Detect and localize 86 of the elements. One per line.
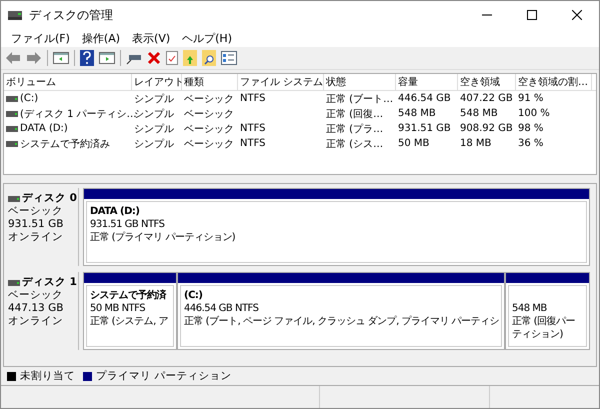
- partition-status: 正常 (プライマリ パーティション): [90, 231, 236, 244]
- drive-icon: [8, 196, 20, 202]
- table-cell: NTFS: [240, 123, 266, 134]
- console-tree-icon[interactable]: [53, 51, 69, 65]
- properties-icon[interactable]: [221, 51, 237, 65]
- forward-arrow-icon[interactable]: [26, 51, 42, 65]
- partition-name: システムで予約済: [90, 289, 168, 302]
- column-header[interactable]: 状態: [324, 74, 396, 90]
- table-cell-text: ベーシック: [184, 138, 234, 150]
- table-cell: (C:): [20, 93, 38, 104]
- table-cell-text: シンプル: [134, 108, 174, 120]
- menu-item[interactable]: ヘルプ(H): [176, 30, 238, 46]
- partition-status: 正常 (回復パーティション): [512, 315, 576, 341]
- delete-icon[interactable]: [147, 51, 161, 65]
- partition-block[interactable]: (C:) 446.54 GB NTFS 正常 (ブート, ページ ファイル, クラッシュ ダンプ, プライマリ パーティシ: [177, 272, 505, 350]
- table-cell: 548 MB: [398, 108, 436, 119]
- table-cell: 98 %: [518, 123, 544, 134]
- partition-block[interactable]: システムで予約済 50 MB NTFS 正常 (システム, ア: [83, 272, 177, 350]
- folder-search-icon[interactable]: [202, 50, 216, 66]
- drive-icon: [6, 110, 18, 116]
- column-header[interactable]: ファイル システム: [238, 74, 324, 90]
- disk-size: 447.13 GB: [8, 302, 64, 315]
- table-cell: 100 %: [518, 108, 550, 119]
- drive-icon: [6, 140, 18, 146]
- menu-item[interactable]: ファイル(F): [5, 30, 76, 46]
- disk-status: オンライン: [8, 315, 64, 328]
- table-cell-text: 正常 (回復…: [326, 108, 384, 120]
- partition-status: 正常 (システム, ア: [90, 315, 169, 328]
- table-cell-text: 正常 (プラ…: [326, 122, 384, 136]
- disk-size: 931.51 GB: [8, 218, 64, 231]
- column-header[interactable]: 空き領域: [458, 74, 516, 90]
- panel-icon[interactable]: [99, 51, 115, 65]
- disk-name: ディスク 0: [22, 192, 77, 205]
- table-cell-text: シンプル: [134, 122, 174, 136]
- table-cell-text: シンプル: [134, 138, 174, 150]
- column-header[interactable]: 空き領域の割…: [516, 74, 592, 90]
- partition-detail: 50 MB NTFS: [90, 302, 146, 315]
- disk-type: ベーシック: [8, 289, 64, 302]
- table-cell: 50 MB: [398, 138, 430, 149]
- table-cell-text: ベーシック: [184, 92, 234, 106]
- legend-label: 未割り当て: [20, 369, 75, 383]
- column-header[interactable]: 容量: [396, 74, 458, 90]
- help-icon[interactable]: [80, 50, 94, 66]
- table-cell-text: ベーシック: [184, 122, 234, 136]
- partition-name: DATA (D:): [90, 205, 140, 218]
- check-document-icon[interactable]: [166, 51, 178, 65]
- disk-type: ベーシック: [8, 205, 64, 218]
- legend-label: プライマリ パーティション: [96, 369, 232, 383]
- partition-block[interactable]: DATA (D:) 931.51 GB NTFS 正常 (プライマリ パーティション): [83, 188, 590, 266]
- disk-drive-icon: [7, 8, 23, 22]
- table-cell: NTFS: [240, 138, 266, 149]
- maximize-icon: [526, 10, 536, 20]
- partition-detail: 931.51 GB NTFS: [90, 218, 166, 231]
- partition-detail: 548 MB: [512, 302, 548, 315]
- table-cell-text: ベーシック: [184, 108, 234, 120]
- table-cell-text: 正常 (ブート…: [326, 92, 394, 106]
- drive-icon: [8, 280, 20, 286]
- table-cell: 18 MB: [460, 138, 492, 149]
- disk-status: オンライン: [8, 231, 64, 244]
- disk-name: ディスク 1: [22, 276, 77, 289]
- table-cell: 908.92 GB: [460, 123, 513, 134]
- window-title: ディスクの管理: [29, 6, 113, 24]
- column-header[interactable]: レイアウト: [132, 74, 182, 90]
- table-cell: NTFS: [240, 93, 266, 104]
- table-cell: 931.51 GB: [398, 123, 451, 134]
- partition-detail: 446.54 GB NTFS: [184, 302, 260, 315]
- partition-block[interactable]: 548 MB 正常 (回復パーティション): [505, 272, 590, 350]
- table-cell: 407.22 GB: [460, 93, 513, 104]
- column-header[interactable]: ボリューム: [4, 74, 132, 90]
- partition-name: (C:): [184, 289, 204, 302]
- close-icon: [572, 10, 582, 20]
- drive-icon: [6, 96, 18, 102]
- table-cell-text: シンプル: [134, 92, 174, 106]
- table-cell: 446.54 GB: [398, 93, 451, 104]
- menu-item[interactable]: 表示(V): [126, 30, 176, 46]
- back-arrow-icon[interactable]: [5, 51, 21, 65]
- menu-item[interactable]: 操作(A): [76, 30, 126, 46]
- partition-status: 正常 (ブート, ページ ファイル, クラッシュ ダンプ, プライマリ パーティシ: [184, 315, 498, 328]
- table-cell: 548 MB: [460, 108, 498, 119]
- drive-icon: [6, 126, 18, 132]
- table-cell: DATA (D:): [20, 123, 68, 134]
- column-header[interactable]: 種類: [182, 74, 238, 90]
- table-cell-text: システムで予約済み: [20, 138, 110, 150]
- table-cell: 36 %: [518, 138, 544, 149]
- table-cell: 91 %: [518, 93, 544, 104]
- table-cell-text: 正常 (シス…: [326, 138, 384, 150]
